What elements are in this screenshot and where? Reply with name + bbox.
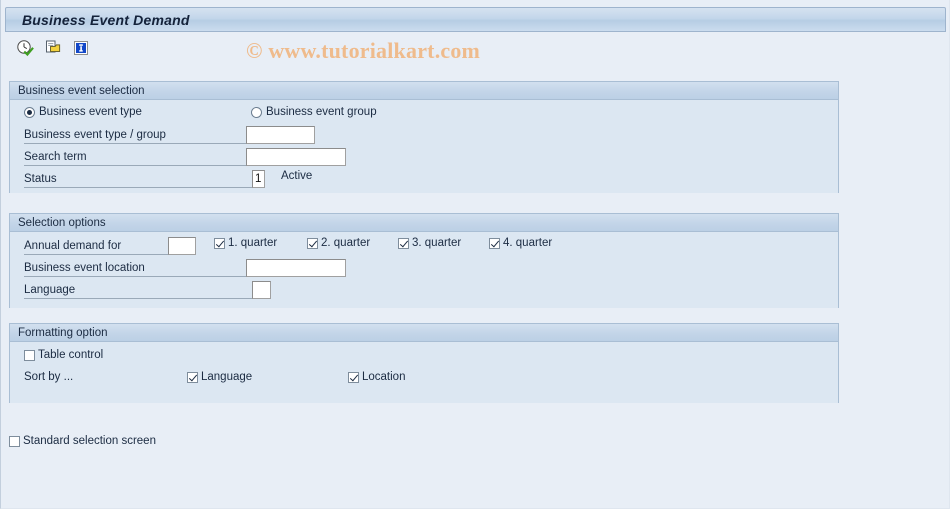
checkbox-sort-location-label: Location	[362, 371, 406, 383]
toolbar	[5, 33, 946, 63]
checkbox-quarter-3-label: 3. quarter	[412, 237, 462, 249]
label-business-event-location: Business event location	[24, 260, 246, 277]
checkbox-standard-selection-screen-indicator	[9, 435, 20, 447]
radio-business-event-group-label: Business event group	[266, 106, 377, 118]
label-annual-demand-for: Annual demand for	[24, 238, 168, 255]
group-title-business-event-selection: Business event selection	[18, 84, 145, 97]
checkbox-sort-location[interactable]: Location	[348, 371, 405, 383]
checkbox-table-control-label: Table control	[38, 349, 104, 361]
radio-business-event-type[interactable]: Business event type	[24, 106, 142, 118]
execute-icon[interactable]	[14, 37, 36, 59]
radio-row-event-group: Business event group	[251, 106, 377, 118]
checkbox-quarter-2[interactable]: 2. quarter	[307, 237, 370, 249]
radio-business-event-type-indicator	[24, 106, 35, 118]
label-language: Language	[24, 282, 252, 299]
radio-row-event-scope: Business event type	[24, 106, 142, 118]
sap-selection-screen: Business Event Demand © www.tutorialkart…	[0, 0, 950, 509]
checkbox-quarter-2-label: 2. quarter	[321, 237, 371, 249]
checkbox-quarter-1-label: 1. quarter	[228, 237, 278, 249]
group-body-business-event-selection: Business event type Business event group…	[10, 100, 838, 245]
checkbox-quarter-4-label: 4. quarter	[503, 237, 553, 249]
group-selection-options: Selection options Annual demand for 1. q…	[9, 213, 839, 308]
info-icon[interactable]	[70, 37, 92, 59]
checkbox-table-control[interactable]: Table control	[24, 349, 103, 361]
checkbox-quarter-2-indicator	[307, 237, 318, 249]
checkbox-sort-language[interactable]: Language	[187, 371, 252, 383]
execute-background-icon[interactable]	[42, 37, 64, 59]
label-status: Status	[24, 171, 252, 188]
checkbox-quarter-1[interactable]: 1. quarter	[214, 237, 277, 249]
radio-business-event-type-label: Business event type	[39, 106, 142, 118]
page-title: Business Event Demand	[22, 11, 190, 28]
group-header-business-event-selection: Business event selection	[10, 82, 838, 100]
group-header-selection-options: Selection options	[10, 214, 838, 232]
group-business-event-selection: Business event selection Business event …	[9, 81, 839, 245]
label-sort-by: Sort by ...	[24, 371, 74, 383]
checkbox-sort-language-label: Language	[201, 371, 253, 383]
window-title-bar: Business Event Demand	[5, 7, 946, 32]
checkbox-quarter-1-indicator	[214, 237, 225, 249]
group-body-formatting-option: Table control Sort by ... Language Locat…	[10, 342, 838, 403]
checkbox-sort-language-indicator	[187, 371, 198, 383]
group-header-formatting-option: Formatting option	[10, 324, 838, 342]
status-value-text: Active	[281, 170, 313, 182]
group-body-selection-options: Annual demand for 1. quarter 2. quarter …	[10, 232, 838, 308]
group-formatting-option: Formatting option Table control Sort by …	[9, 323, 839, 403]
checkbox-table-control-indicator	[24, 349, 35, 361]
checkbox-standard-selection-screen-label: Standard selection screen	[23, 435, 156, 447]
checkbox-quarter-4[interactable]: 4. quarter	[489, 237, 552, 249]
label-search-term: Search term	[24, 149, 246, 166]
checkbox-quarter-3[interactable]: 3. quarter	[398, 237, 461, 249]
input-business-event-type-group[interactable]	[246, 126, 315, 144]
checkbox-standard-selection-screen[interactable]: Standard selection screen	[9, 435, 156, 447]
input-status[interactable]	[252, 170, 265, 188]
group-title-selection-options: Selection options	[18, 216, 106, 229]
radio-business-event-group[interactable]: Business event group	[251, 106, 377, 118]
checkbox-quarter-3-indicator	[398, 237, 409, 249]
input-business-event-location[interactable]	[246, 259, 346, 277]
input-search-term[interactable]	[246, 148, 346, 166]
radio-business-event-group-indicator	[251, 106, 262, 118]
label-business-event-type-group: Business event type / group	[24, 127, 246, 144]
group-title-formatting-option: Formatting option	[18, 326, 108, 339]
input-annual-demand-for[interactable]	[168, 237, 196, 255]
input-language[interactable]	[252, 281, 271, 299]
checkbox-quarter-4-indicator	[489, 237, 500, 249]
checkbox-sort-location-indicator	[348, 371, 359, 383]
